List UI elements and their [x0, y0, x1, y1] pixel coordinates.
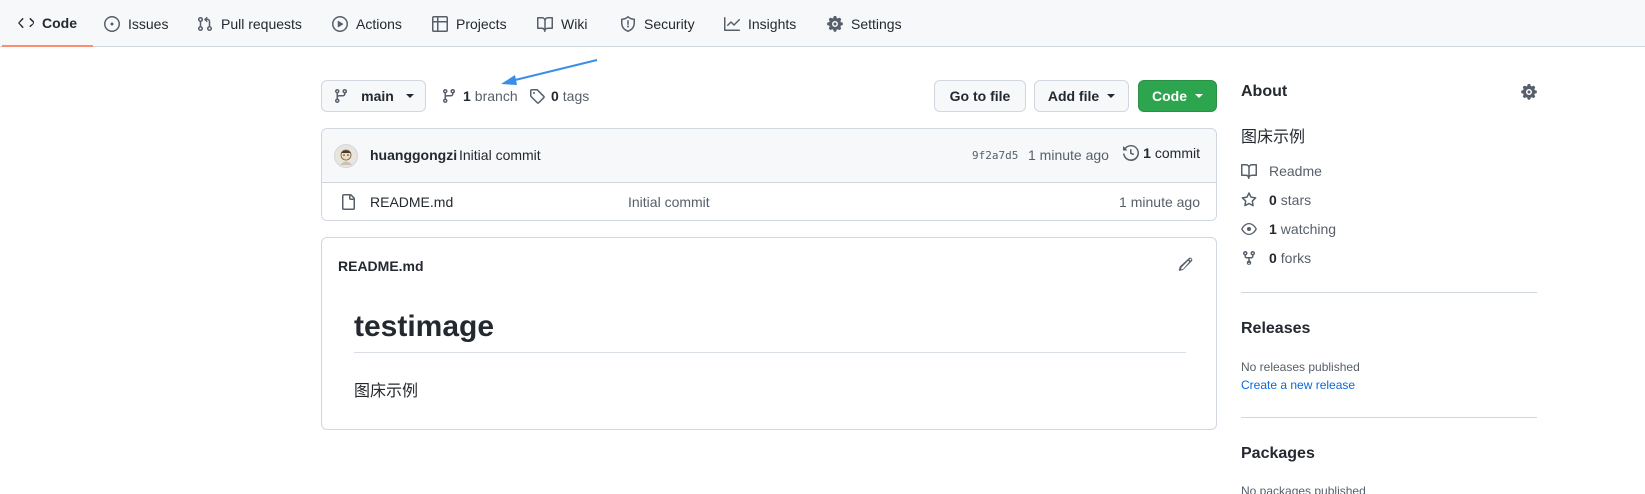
commit-age: 1 minute ago [1028, 147, 1109, 163]
commit-sha-link[interactable]: 9f2a7d5 [972, 149, 1018, 162]
latest-commit-bar: huanggongzi Initial commit 9f2a7d5 1 min… [322, 129, 1216, 183]
watching-count: 1 [1269, 221, 1277, 237]
table-row: README.md Initial commit 1 minute ago [322, 183, 1216, 220]
commit-count: 1 [1143, 145, 1151, 161]
watching-link[interactable]: 1 watching [1241, 219, 1336, 239]
tab-projects[interactable]: Projects [416, 0, 523, 47]
watching-text: 1 watching [1269, 221, 1336, 237]
tab-security-label: Security [644, 15, 695, 32]
commit-author-link[interactable]: huanggongzi [370, 147, 457, 163]
tag-count-label: tags [562, 88, 590, 104]
annotation-arrow [501, 59, 598, 85]
tab-security[interactable]: Security [604, 0, 711, 47]
stars-link[interactable]: 0 stars [1241, 190, 1311, 210]
forks-count: 0 [1269, 250, 1277, 266]
avatar-face-icon [340, 149, 352, 165]
packages-empty-text: No packages published [1241, 484, 1366, 494]
stars-label: stars [1280, 192, 1312, 208]
readme-panel: README.md testimage 图床示例 [321, 237, 1217, 430]
repo-forked-icon [1243, 250, 1255, 266]
table-icon [432, 15, 448, 32]
stars-text: 0 stars [1269, 192, 1311, 208]
watching-label: watching [1280, 221, 1337, 237]
tab-wiki-label: Wiki [561, 15, 588, 32]
branch-select-button[interactable]: main [321, 80, 426, 112]
file-name-link[interactable]: README.md [370, 194, 453, 210]
tab-settings[interactable]: Settings [811, 0, 918, 47]
tab-projects-label: Projects [456, 15, 507, 32]
branch-name: main [361, 88, 394, 104]
add-file-button[interactable]: Add file [1034, 80, 1129, 112]
tab-insights-label: Insights [748, 15, 797, 32]
repo-nav: Code Issues Pull requests Actions Projec… [0, 0, 1645, 47]
go-to-file-button[interactable]: Go to file [934, 80, 1026, 112]
sidebar-divider [1241, 292, 1537, 293]
releases-empty-text: No releases published [1241, 360, 1360, 374]
file-commit-link[interactable]: Initial commit [628, 194, 710, 210]
about-title: About [1241, 83, 1288, 100]
file-age: 1 minute ago [1119, 194, 1200, 210]
tab-actions[interactable]: Actions [316, 0, 418, 47]
book-icon [1241, 164, 1257, 179]
gear-icon [827, 15, 843, 32]
code-button-label: Code [1152, 88, 1187, 104]
forks-label: forks [1280, 250, 1312, 266]
commit-count-label: commit [1154, 145, 1200, 161]
readme-link[interactable]: Readme [1241, 161, 1322, 181]
sidebar-divider [1241, 417, 1537, 418]
readme-body: 图床示例 [354, 383, 419, 400]
tag-icon [530, 89, 545, 104]
forks-text: 0 forks [1269, 250, 1311, 266]
play-icon [332, 15, 348, 32]
tab-pull-requests[interactable]: Pull requests [181, 0, 318, 47]
tab-pull-requests-label: Pull requests [221, 15, 302, 32]
readme-link-label: Readme [1269, 163, 1322, 179]
eye-icon [1241, 223, 1257, 235]
history-icon [1123, 145, 1140, 161]
git-branch-icon [443, 88, 455, 104]
forks-link[interactable]: 0 forks [1241, 248, 1311, 268]
chevron-down-icon [1107, 94, 1116, 98]
releases-title[interactable]: Releases [1241, 320, 1310, 338]
pull-request-icon [197, 16, 212, 31]
chevron-down-icon [405, 94, 414, 98]
graph-icon [724, 16, 740, 31]
repo-description: 图床示例 [1241, 129, 1306, 146]
issue-icon [104, 15, 120, 32]
add-file-label: Add file [1047, 88, 1100, 104]
packages-title[interactable]: Packages [1241, 445, 1315, 463]
pencil-icon[interactable] [1178, 256, 1194, 272]
tab-insights[interactable]: Insights [708, 0, 812, 47]
avatar[interactable] [334, 144, 358, 168]
go-to-file-label: Go to file [949, 88, 1011, 104]
readme-heading: testimage [354, 310, 1186, 353]
tab-settings-label: Settings [851, 15, 902, 32]
tab-issues-label: Issues [128, 15, 169, 32]
tab-code-label: Code [42, 14, 77, 31]
file-icon [342, 194, 355, 210]
code-icon [18, 17, 34, 28]
branch-count: 1 [463, 88, 471, 104]
shield-icon [621, 15, 635, 32]
branch-count-label: branch [474, 88, 518, 104]
create-release-link[interactable]: Create a new release [1241, 378, 1355, 392]
star-icon [1241, 192, 1257, 207]
git-branch-icon [335, 88, 348, 104]
gear-icon[interactable] [1521, 84, 1537, 100]
code-button[interactable]: Code [1138, 80, 1217, 112]
tab-wiki[interactable]: Wiki [521, 0, 603, 47]
commit-history-link[interactable]: 1 commit [1123, 145, 1200, 161]
readme-filename[interactable]: README.md [338, 258, 424, 274]
commit-message-link[interactable]: Initial commit [459, 147, 541, 163]
chevron-down-icon [1195, 94, 1203, 98]
stars-count: 0 [1269, 192, 1277, 208]
tab-actions-label: Actions [356, 15, 402, 32]
file-list: huanggongzi Initial commit 9f2a7d5 1 min… [321, 128, 1217, 221]
tag-count: 0 [551, 88, 559, 104]
book-icon [537, 16, 553, 32]
tab-code[interactable]: Code [2, 0, 93, 47]
tab-issues[interactable]: Issues [88, 0, 184, 47]
